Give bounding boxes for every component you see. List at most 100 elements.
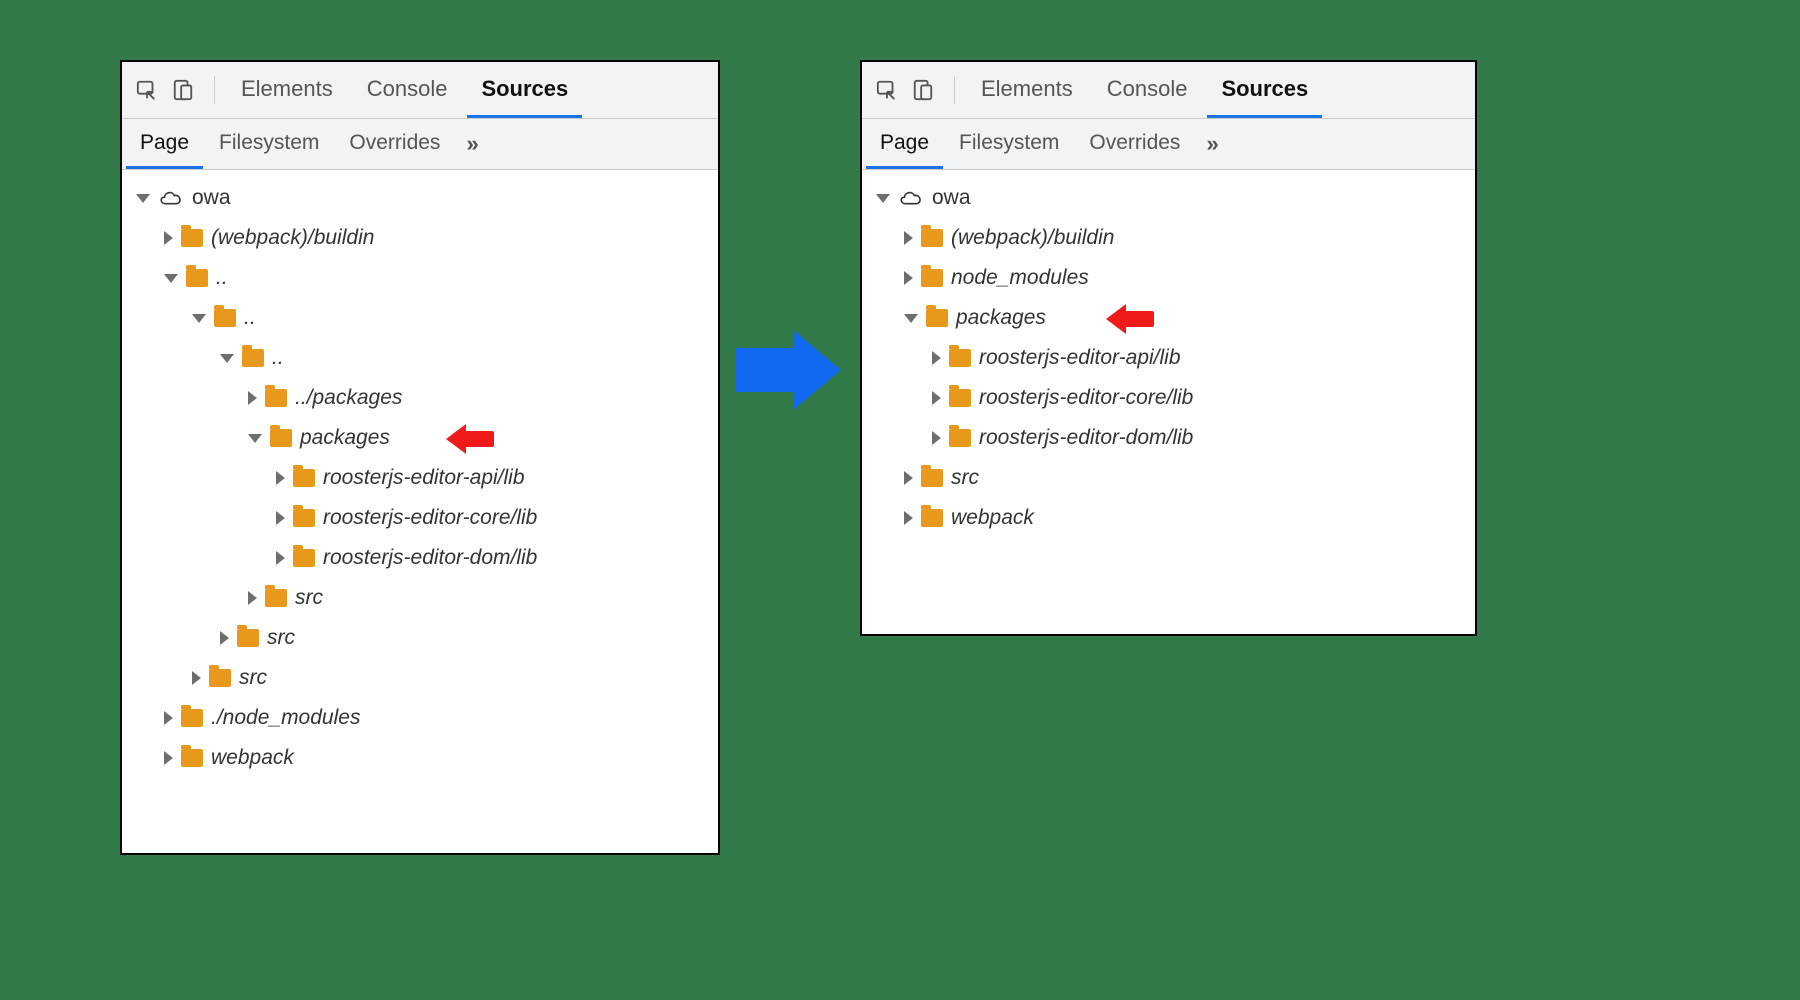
tree-item-rooster-core[interactable]: roosterjs-editor-core/lib: [866, 378, 1471, 418]
tree-label: ..: [272, 346, 284, 370]
subtab-overrides[interactable]: Overrides: [1075, 119, 1194, 169]
tree-item-node-modules[interactable]: ./node_modules: [126, 698, 714, 738]
subtab-filesystem-label: Filesystem: [959, 131, 1059, 155]
tab-sources-label: Sources: [481, 76, 568, 102]
tree-label: (webpack)/buildin: [951, 226, 1114, 250]
chevron-right-icon: [248, 591, 257, 605]
tree-item-webpack-buildin[interactable]: (webpack)/buildin: [126, 218, 714, 258]
tab-sources[interactable]: Sources: [467, 62, 582, 118]
annotation-red-arrow-icon: [1106, 302, 1160, 336]
device-toggle-icon[interactable]: [910, 79, 936, 101]
chevron-right-icon: [904, 231, 913, 245]
separator: [954, 76, 955, 104]
chevron-right-icon: [248, 391, 257, 405]
tab-console[interactable]: Console: [1093, 62, 1202, 118]
tree-root-owa[interactable]: owa: [866, 178, 1471, 218]
tree-label: src: [239, 666, 267, 690]
tree-label: ./node_modules: [211, 706, 360, 730]
tree-item-parent2[interactable]: ..: [126, 298, 714, 338]
tab-sources-label: Sources: [1221, 76, 1308, 102]
tab-sources[interactable]: Sources: [1207, 62, 1322, 118]
folder-icon: [265, 589, 287, 607]
tree-item-rooster-dom[interactable]: roosterjs-editor-dom/lib: [866, 418, 1471, 458]
chevron-right-icon: [164, 231, 173, 245]
top-tab-bar: Elements Console Sources: [862, 62, 1475, 119]
devtools-panel-after: Elements Console Sources Page Filesystem…: [860, 60, 1477, 636]
subtab-filesystem[interactable]: Filesystem: [205, 119, 333, 169]
tree-root-owa[interactable]: owa: [126, 178, 714, 218]
annotation-red-arrow-icon: [446, 422, 500, 456]
tree-item-webpack[interactable]: webpack: [126, 738, 714, 778]
more-tabs-chevron-icon[interactable]: »: [1196, 131, 1228, 157]
tree-item-packages[interactable]: packages: [866, 298, 1471, 338]
folder-icon: [265, 389, 287, 407]
folder-icon: [926, 309, 948, 327]
tree-label: webpack: [951, 506, 1034, 530]
folder-icon: [181, 229, 203, 247]
subtab-filesystem-label: Filesystem: [219, 131, 319, 155]
separator: [214, 76, 215, 104]
folder-icon: [181, 749, 203, 767]
more-tabs-chevron-icon[interactable]: »: [456, 131, 488, 157]
tree-label: src: [951, 466, 979, 490]
tree-label: packages: [300, 426, 390, 450]
tree-item-rooster-api[interactable]: roosterjs-editor-api/lib: [126, 458, 714, 498]
inspect-element-icon[interactable]: [134, 79, 160, 101]
device-toggle-icon[interactable]: [170, 79, 196, 101]
tree-item-webpack[interactable]: webpack: [866, 498, 1471, 538]
folder-icon: [209, 669, 231, 687]
tree-item-rooster-dom[interactable]: roosterjs-editor-dom/lib: [126, 538, 714, 578]
tab-elements[interactable]: Elements: [227, 62, 347, 118]
folder-icon: [949, 349, 971, 367]
tab-console[interactable]: Console: [353, 62, 462, 118]
chevron-right-icon: [932, 351, 941, 365]
tree-item-rooster-api[interactable]: roosterjs-editor-api/lib: [866, 338, 1471, 378]
tree-item-src[interactable]: src: [866, 458, 1471, 498]
subtab-page[interactable]: Page: [866, 119, 943, 169]
tab-console-label: Console: [367, 76, 448, 102]
tab-elements-label: Elements: [241, 76, 333, 102]
tree-label: webpack: [211, 746, 294, 770]
chevron-right-icon: [220, 631, 229, 645]
cloud-icon: [898, 188, 924, 208]
tree-label: roosterjs-editor-core/lib: [323, 506, 537, 530]
tab-elements[interactable]: Elements: [967, 62, 1087, 118]
sources-sub-tab-bar: Page Filesystem Overrides »: [862, 119, 1475, 170]
folder-icon: [214, 309, 236, 327]
tab-elements-label: Elements: [981, 76, 1073, 102]
tree-item-packages[interactable]: packages: [126, 418, 714, 458]
tree-label: ../packages: [295, 386, 402, 410]
subtab-filesystem[interactable]: Filesystem: [945, 119, 1073, 169]
subtab-page-label: Page: [880, 131, 929, 155]
tree-item-src-d3[interactable]: src: [126, 618, 714, 658]
tree-label: node_modules: [951, 266, 1089, 290]
cloud-icon: [158, 188, 184, 208]
tree-item-src-d4[interactable]: src: [126, 578, 714, 618]
file-tree-after: owa (webpack)/buildin node_modules packa…: [862, 170, 1475, 634]
subtab-page-label: Page: [140, 131, 189, 155]
chevron-right-icon: [904, 271, 913, 285]
transition-arrow-icon: [735, 330, 845, 410]
chevron-right-icon: [192, 671, 201, 685]
folder-icon: [293, 509, 315, 527]
chevron-down-icon: [248, 434, 262, 443]
folder-icon: [921, 509, 943, 527]
chevron-down-icon: [904, 314, 918, 323]
tree-label: ..: [244, 306, 256, 330]
tree-label: roosterjs-editor-dom/lib: [979, 426, 1193, 450]
tree-item-node-modules[interactable]: node_modules: [866, 258, 1471, 298]
folder-icon: [242, 349, 264, 367]
tree-item-dot-packages[interactable]: ../packages: [126, 378, 714, 418]
tree-item-parent3[interactable]: ..: [126, 338, 714, 378]
chevron-down-icon: [876, 194, 890, 203]
subtab-overrides[interactable]: Overrides: [335, 119, 454, 169]
tree-item-rooster-core[interactable]: roosterjs-editor-core/lib: [126, 498, 714, 538]
inspect-element-icon[interactable]: [874, 79, 900, 101]
chevron-right-icon: [164, 751, 173, 765]
tree-item-parent1[interactable]: ..: [126, 258, 714, 298]
tree-item-webpack-buildin[interactable]: (webpack)/buildin: [866, 218, 1471, 258]
subtab-overrides-label: Overrides: [349, 131, 440, 155]
subtab-page[interactable]: Page: [126, 119, 203, 169]
tree-label: roosterjs-editor-dom/lib: [323, 546, 537, 570]
tree-item-src-d2[interactable]: src: [126, 658, 714, 698]
